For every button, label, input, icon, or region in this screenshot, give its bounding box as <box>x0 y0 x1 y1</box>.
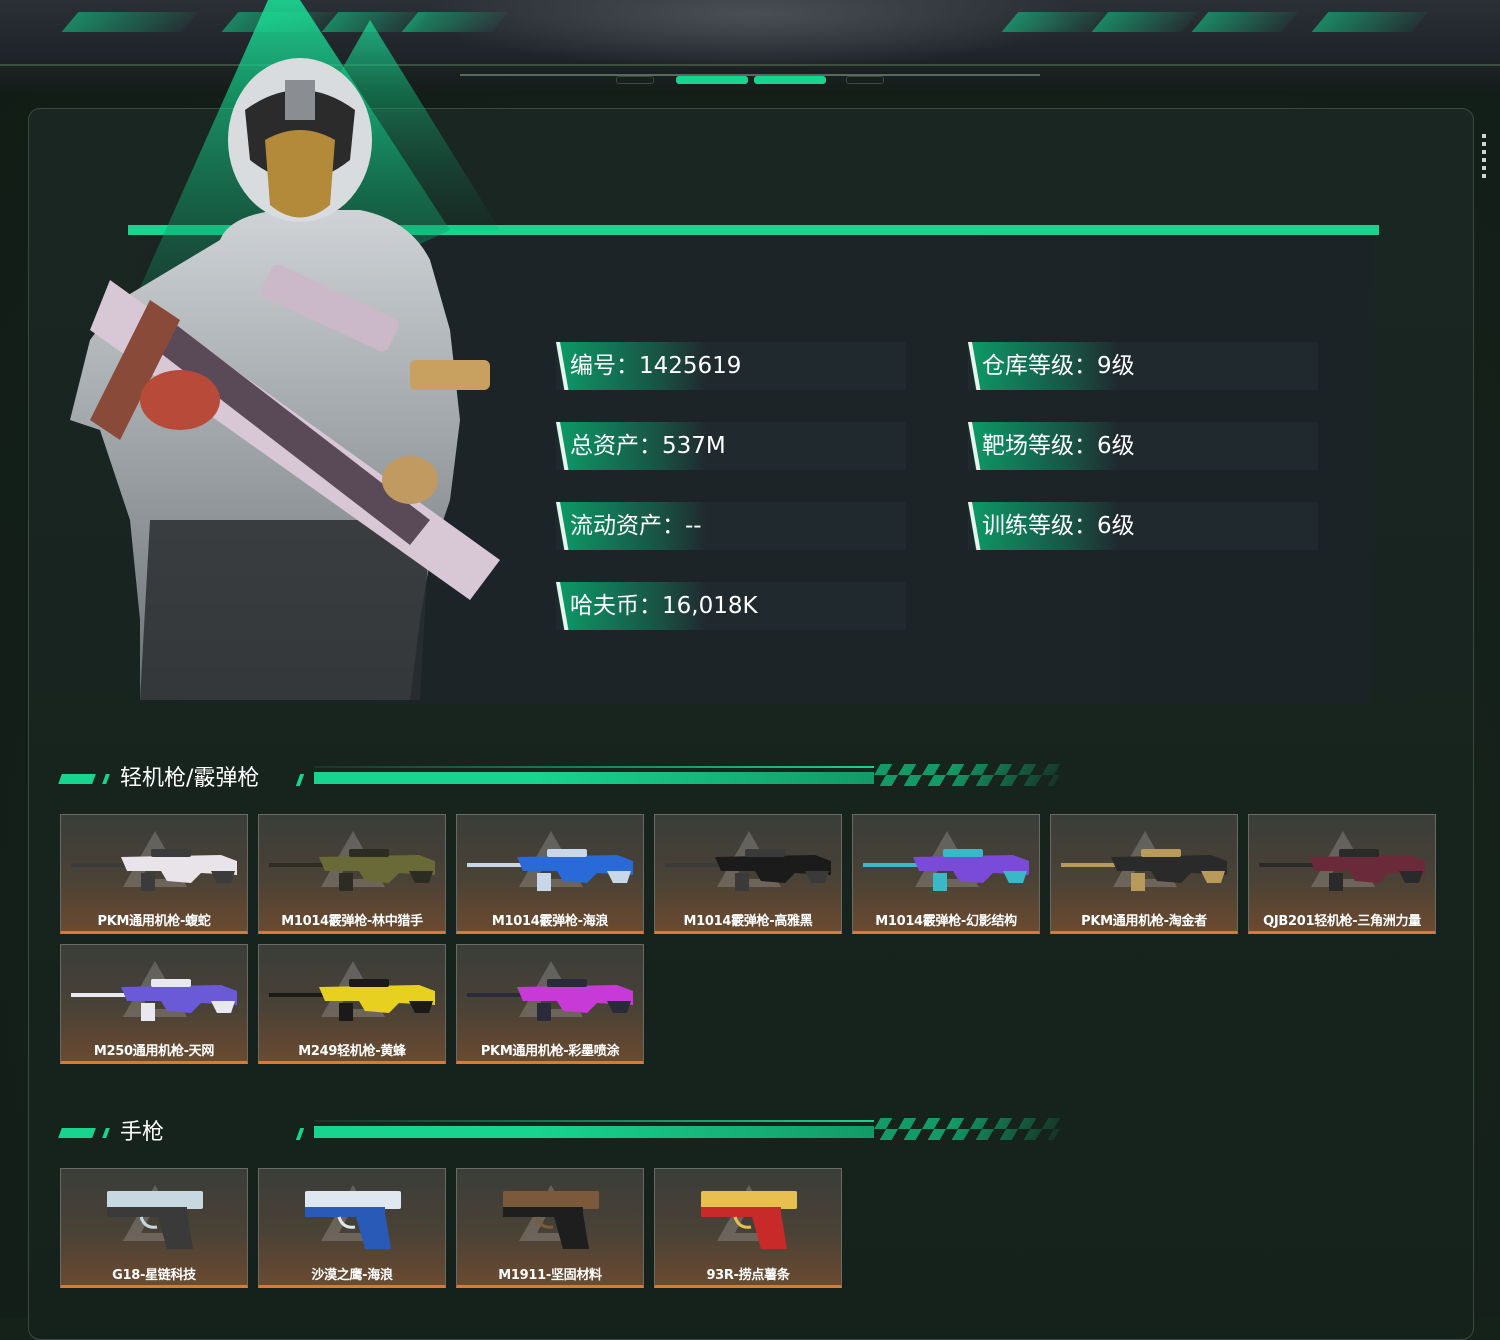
weapon-card[interactable]: G18-星链科技 <box>60 1168 248 1288</box>
pistol-image <box>503 1191 599 1249</box>
weapon-card[interactable]: M1911-坚固材料 <box>456 1168 644 1288</box>
weapon-image <box>71 849 237 891</box>
weapon-image <box>71 979 237 1021</box>
stat-player-id-text: 编号：1425619 <box>570 353 742 379</box>
weapon-card[interactable]: 93R-捞点薯条 <box>654 1168 842 1288</box>
stat-haf-coin-text: 哈夫币：16,018K <box>570 593 758 619</box>
weapon-card[interactable]: PKM通用机枪-彩墨喷涂 <box>456 944 644 1064</box>
weapon-card[interactable]: M1014霰弹枪-高雅黑 <box>654 814 842 934</box>
stat-haf-coin: 哈夫币：16,018K <box>556 582 906 630</box>
weapon-card[interactable]: M1014霰弹枪-幻影结构 <box>852 814 1040 934</box>
stat-range-level: 靶场等级：6级 <box>968 422 1318 470</box>
weapon-name: PKM通用机枪-彩墨喷涂 <box>480 1044 620 1059</box>
weapon-name: PKM通用机枪-淘金者 <box>1081 914 1207 929</box>
weapon-image <box>1061 849 1227 891</box>
weapon-card[interactable]: PKM通用机枪-淘金者 <box>1050 814 1238 934</box>
weapon-card[interactable]: QJB201轻机枪-三角洲力量 <box>1248 814 1436 934</box>
weapon-name: 93R-捞点薯条 <box>706 1268 790 1283</box>
weapon-grid-lmg-shotgun: PKM通用机枪-蝮蛇 M1014霰弹枪-林中猎手 M1014霰弹枪-海浪 M1014霰… <box>60 814 1436 1064</box>
weapon-image <box>863 849 1029 891</box>
weapon-image <box>665 849 831 891</box>
weapon-name: M1014霰弹枪-林中猎手 <box>281 914 423 929</box>
section-header-lmg-shotgun: 轻机枪/霰弹枪 <box>58 764 1067 794</box>
weapon-name: M1014霰弹枪-幻影结构 <box>875 914 1017 929</box>
section-header-pistol: 手枪 <box>58 1118 1067 1148</box>
pistol-image <box>701 1191 797 1249</box>
stat-warehouse-level: 仓库等级：9级 <box>968 342 1318 390</box>
stat-liquid-assets-text: 流动资产：-- <box>570 513 702 539</box>
pistol-image <box>107 1191 203 1249</box>
stat-player-id: 编号：1425619 <box>556 342 906 390</box>
stat-training-level: 训练等级：6级 <box>968 502 1318 550</box>
stat-range-level-text: 靶场等级：6级 <box>982 433 1135 459</box>
weapon-card[interactable]: M250通用机枪-天网 <box>60 944 248 1064</box>
weapon-card[interactable]: PKM通用机枪-蝮蛇 <box>60 814 248 934</box>
section-title-pistol: 手枪 <box>120 1120 165 1145</box>
stat-total-assets-text: 总资产：537M <box>570 433 726 459</box>
weapon-name: M1014霰弹枪-海浪 <box>491 914 609 929</box>
stat-warehouse-level-text: 仓库等级：9级 <box>982 353 1135 379</box>
weapon-name: PKM通用机枪-蝮蛇 <box>97 914 211 929</box>
weapon-name: M249轻机枪-黄蜂 <box>298 1044 406 1059</box>
section-title-lmg-shotgun: 轻机枪/霰弹枪 <box>120 766 260 791</box>
weapon-image <box>467 849 633 891</box>
weapon-image <box>269 979 435 1021</box>
pistol-image <box>305 1191 401 1249</box>
weapon-image <box>269 849 435 891</box>
weapon-name: M1014霰弹枪-高雅黑 <box>683 914 813 929</box>
weapon-name: M1911-坚固材料 <box>498 1268 602 1283</box>
weapon-name: G18-星链科技 <box>112 1268 196 1283</box>
weapon-name: M250通用机枪-天网 <box>93 1044 215 1059</box>
weapon-name: QJB201轻机枪-三角洲力量 <box>1263 914 1421 929</box>
stat-training-level-text: 训练等级：6级 <box>982 513 1135 539</box>
weapon-card[interactable]: 沙漠之鹰-海浪 <box>258 1168 446 1288</box>
weapon-image <box>467 979 633 1021</box>
weapon-card[interactable]: M1014霰弹枪-海浪 <box>456 814 644 934</box>
weapon-card[interactable]: M1014霰弹枪-林中猎手 <box>258 814 446 934</box>
weapon-name: 沙漠之鹰-海浪 <box>311 1268 393 1283</box>
stat-total-assets: 总资产：537M <box>556 422 906 470</box>
operator-character-illustration <box>70 0 500 700</box>
weapon-card[interactable]: M249轻机枪-黄蜂 <box>258 944 446 1064</box>
weapon-image <box>1259 849 1425 891</box>
scroll-indicator <box>1482 134 1486 180</box>
stat-liquid-assets: 流动资产：-- <box>556 502 906 550</box>
weapon-grid-pistol: G18-星链科技 沙漠之鹰-海浪 M1911-坚固材料 93R-捞点薯条 <box>60 1168 1436 1288</box>
